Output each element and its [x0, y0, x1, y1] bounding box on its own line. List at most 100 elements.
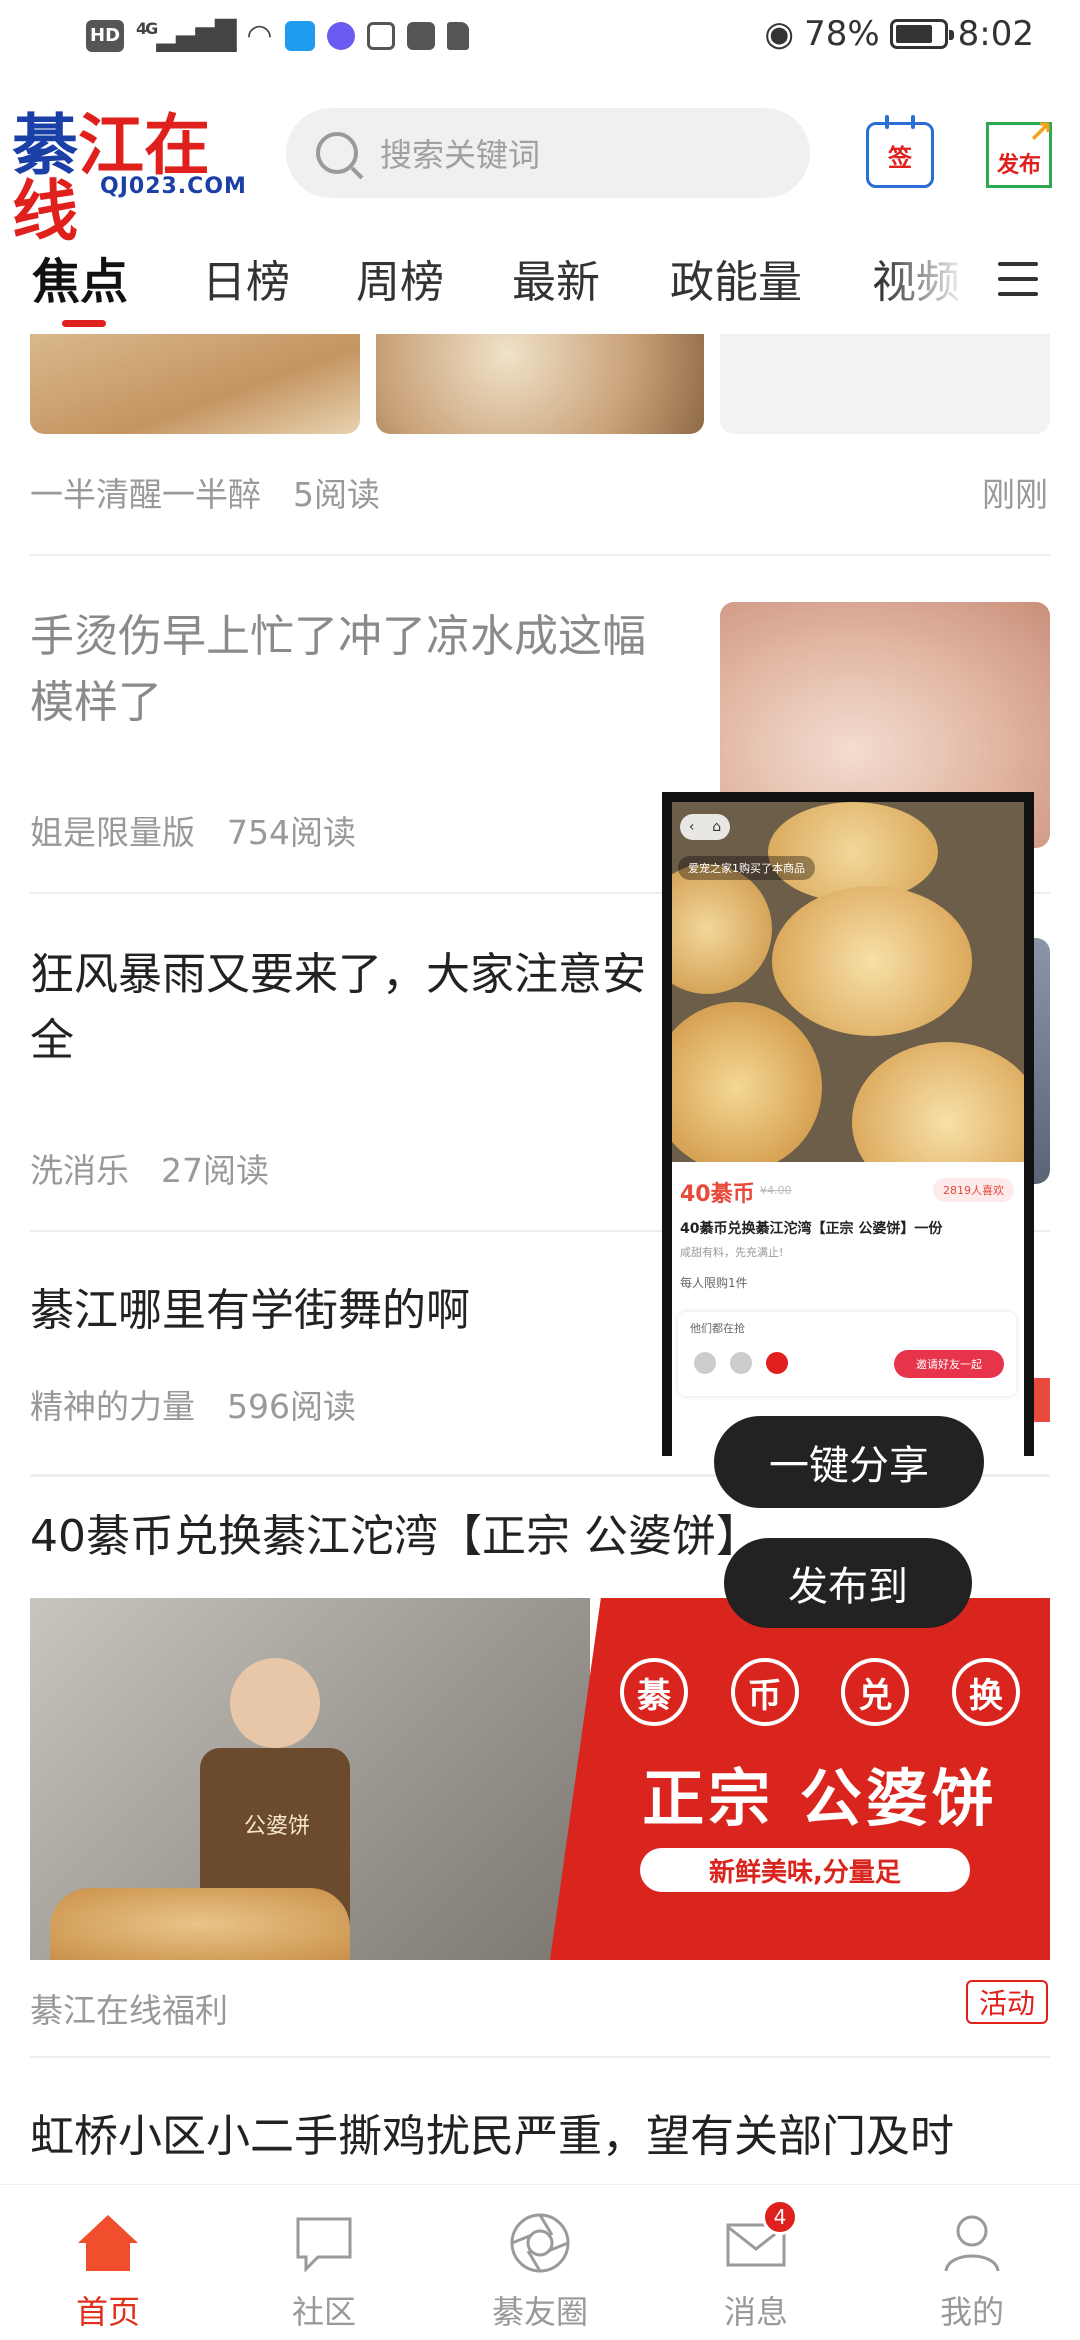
category-tabs: 焦点 日榜 周榜 最新 政能量 视频	[0, 228, 1080, 332]
site-logo[interactable]: 綦江在线 QJ023.COM	[12, 112, 247, 244]
post-meta: 精神的力量 596阅读	[30, 1380, 356, 1428]
post-author: 精神的力量	[30, 1387, 195, 1426]
divider	[30, 554, 1050, 556]
tab-politics[interactable]: 政能量	[670, 246, 802, 310]
battery-icon	[889, 19, 954, 49]
avatar	[764, 1350, 790, 1376]
signal-icon: 4G▂▄▆█	[136, 19, 236, 52]
battery-percent: 78%	[804, 14, 880, 54]
search-app-icon	[284, 20, 315, 51]
tabs-fade	[880, 228, 990, 332]
alipay-icon	[366, 21, 395, 50]
preview-likes: 2819人喜欢	[933, 1178, 1014, 1202]
sd-card-icon	[446, 21, 469, 50]
bottom-nav: 首页 社区 綦友圈 4 消息 我的	[0, 2184, 1080, 2340]
product-image: ‹ ⌂ 爱宠之家1购买了本商品	[672, 802, 1024, 1162]
seal-char: 币	[730, 1658, 799, 1726]
avatar	[692, 1350, 718, 1376]
logo-domain: QJ023.COM	[100, 174, 247, 199]
huawei-app-icon	[406, 21, 435, 50]
kitchen-photo: 公婆饼	[30, 1598, 590, 1960]
status-bar: HD 4G▂▄▆█ ◠ ◉ 78% 8:02	[0, 0, 1080, 84]
aperture-icon	[508, 2211, 572, 2275]
post-meta: 一半清醒一半醉 5阅读	[30, 468, 380, 516]
back-icon: ‹	[688, 819, 695, 835]
share-preview-content: ‹ ⌂ 爱宠之家1购买了本商品 40綦币 ¥4.00 2819人喜欢 40綦币兑换…	[672, 802, 1024, 1456]
read-count: 5阅读	[293, 475, 380, 514]
nav-label: 首页	[75, 2293, 140, 2331]
tab-daily[interactable]: 日榜	[202, 246, 290, 310]
nav-friends-circle[interactable]: 綦友圈	[432, 2185, 648, 2340]
home-icon	[76, 2211, 140, 2275]
activity-tag: 活动	[966, 1980, 1048, 2024]
tab-active-indicator	[62, 320, 106, 327]
search-bar[interactable]: 搜索关键词	[286, 108, 810, 198]
nav-label: 社区	[291, 2293, 356, 2331]
seal-char: 綦	[620, 1658, 688, 1726]
nav-label: 綦友圈	[491, 2293, 588, 2331]
avatars	[692, 1350, 790, 1376]
pastry	[672, 1002, 822, 1162]
post-meta: 姐是限量版 754阅读	[30, 806, 356, 854]
pastry	[672, 864, 772, 994]
read-count: 754阅读	[227, 813, 356, 852]
publish-label: 发布	[996, 153, 1041, 178]
publish-button[interactable]: ↗ 发布	[986, 115, 1053, 188]
person-head	[230, 1658, 320, 1748]
pastry	[772, 886, 972, 1036]
publish-to-button[interactable]: 发布到	[724, 1538, 972, 1628]
seal-char: 换	[951, 1658, 1020, 1726]
read-count: 596阅读	[227, 1387, 356, 1426]
avatar	[728, 1350, 754, 1376]
search-icon	[316, 132, 358, 174]
tab-focus[interactable]: 焦点	[32, 242, 128, 312]
hd-indicator: HD	[86, 19, 125, 52]
post-author: 一半清醒一半醉	[30, 475, 261, 514]
wifi-icon: ◠	[246, 18, 273, 53]
feed-image[interactable]	[30, 334, 360, 434]
banner-sub-text: 新鲜美味,分量足	[640, 1848, 970, 1892]
banner-main-text: 正宗 公婆饼	[642, 1762, 998, 1835]
purchase-tip: 爱宠之家1购买了本商品	[678, 856, 815, 880]
banner-seals: 綦 币 兑 换	[620, 1658, 1020, 1726]
post-time: 刚刚	[982, 475, 1048, 514]
pastry	[852, 1042, 1024, 1162]
preview-old-price: ¥4.00	[760, 1184, 792, 1197]
tab-weekly[interactable]: 周榜	[356, 246, 444, 310]
divider	[30, 2056, 1050, 2058]
search-placeholder: 搜索关键词	[380, 136, 541, 174]
post-title[interactable]: 狂风暴雨又要来了，大家注意安全	[30, 942, 680, 1074]
sign-in-calendar-button[interactable]: 签	[866, 115, 934, 188]
post-author: 洗消乐	[30, 1151, 129, 1190]
chat-bubble-icon	[292, 2211, 356, 2275]
music-app-icon	[326, 21, 355, 50]
preview-price: 40綦币	[680, 1182, 755, 1207]
group-buy-box: 他们都在抢 邀请好友一起	[678, 1312, 1016, 1396]
nav-label: 消息	[723, 2293, 788, 2331]
share-preview-card[interactable]: ‹ ⌂ 爱宠之家1购买了本商品 40綦币 ¥4.00 2819人喜欢 40綦币兑换…	[662, 792, 1034, 1456]
arrow-up-right-icon: ↗	[1027, 115, 1053, 150]
tab-latest[interactable]: 最新	[512, 246, 600, 310]
post-title[interactable]: 手烫伤早上忙了冲了凉水成这幅模样了	[30, 604, 680, 736]
ad-banner[interactable]: 公婆饼 綦 币 兑 换 正宗 公婆饼 新鲜美味,分量足	[30, 1598, 1050, 1960]
mail-icon: 4	[724, 2199, 798, 2275]
preview-title: 40綦币兑换綦江沱湾【正宗 公婆饼】一份	[680, 1221, 943, 1237]
post-title[interactable]: 虹桥小区小二手撕鸡扰民严重，望有关部门及时	[30, 2104, 1060, 2170]
feed-image[interactable]	[376, 334, 704, 434]
nav-profile[interactable]: 我的	[864, 2185, 1080, 2340]
read-count: 27阅读	[161, 1151, 269, 1190]
nav-home[interactable]: 首页	[0, 2185, 216, 2340]
invite-button: 邀请好友一起	[894, 1350, 1004, 1378]
group-label: 他们都在抢	[690, 1322, 745, 1335]
sign-label: 签	[888, 143, 912, 172]
nav-messages[interactable]: 4 消息	[648, 2185, 864, 2340]
preview-limit: 每人限购1件	[680, 1276, 748, 1290]
status-icons-right: ◉ 78% 8:02	[764, 14, 1034, 54]
post-title[interactable]: 綦江哪里有学街舞的啊	[30, 1278, 680, 1344]
feed-image[interactable]	[720, 334, 1050, 434]
one-tap-share-button[interactable]: 一键分享	[714, 1416, 984, 1508]
profile-icon	[940, 2211, 1004, 2275]
unread-badge: 4	[762, 2199, 798, 2235]
nav-community[interactable]: 社区	[216, 2185, 432, 2340]
menu-icon[interactable]	[998, 262, 1038, 296]
